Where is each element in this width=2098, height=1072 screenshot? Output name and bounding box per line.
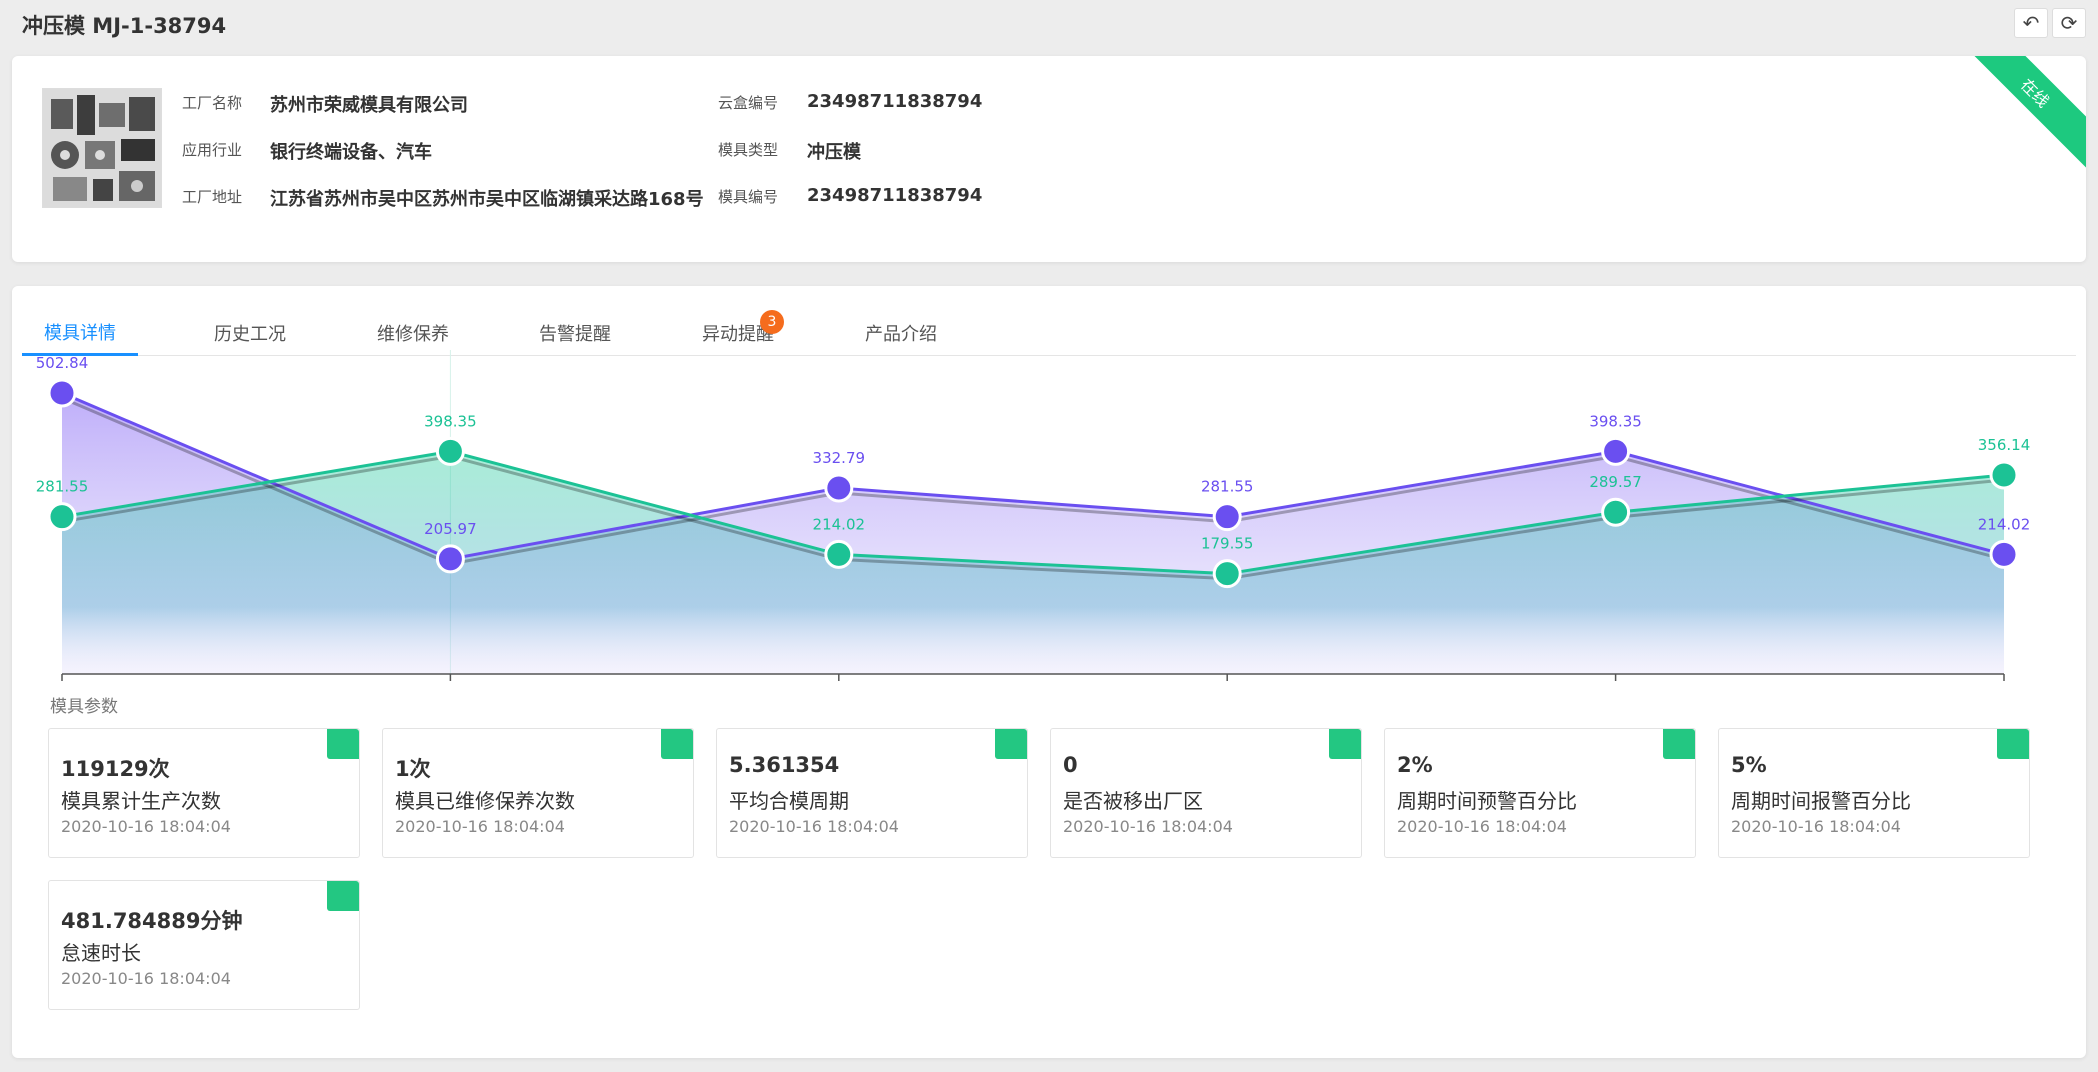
param-card[interactable]: 1次模具已维修保养次数 2020-10-16 18:04:04 xyxy=(382,728,694,858)
mold-no-value: 23498711838794 xyxy=(807,185,983,206)
data-label: 214.02 xyxy=(1978,515,2031,533)
param-card[interactable]: 5.361354 平均合模周期 2020-10-16 18:04:04 xyxy=(716,728,1028,858)
param-timestamp: 2020-10-16 18:04:04 xyxy=(1063,817,1233,836)
data-label: 332.79 xyxy=(813,449,866,467)
data-point xyxy=(1601,497,1631,527)
param-timestamp: 2020-10-16 18:04:04 xyxy=(61,817,231,836)
mold-image xyxy=(42,88,162,208)
data-point xyxy=(824,473,854,503)
address-value: 江苏省苏州市吴中区苏州市吴中区临湖镇采达路168号 xyxy=(270,189,704,210)
mold-no-row: 模具编号 xyxy=(718,181,778,211)
param-name: 平均合模周期 xyxy=(729,789,849,813)
param-flag xyxy=(661,729,693,759)
factory-name-label: 工厂名称 xyxy=(182,93,243,112)
param-timestamp: 2020-10-16 18:04:04 xyxy=(395,817,565,836)
data-label: 502.84 xyxy=(36,354,89,372)
data-label: 214.02 xyxy=(813,515,866,533)
industry-value: 银行终端设备、汽车 xyxy=(270,142,432,163)
param-flag xyxy=(327,729,359,759)
param-timestamp: 2020-10-16 18:04:04 xyxy=(1731,817,1901,836)
factory-name-value: 苏州市荣威模具有限公司 xyxy=(270,95,468,116)
param-timestamp: 2020-10-16 18:04:04 xyxy=(1397,817,1567,836)
param-flag xyxy=(1329,729,1361,759)
refresh-button[interactable]: ⟳ xyxy=(2052,8,2086,38)
data-point xyxy=(1989,460,2019,490)
mold-no-label: 模具编号 xyxy=(718,187,779,206)
param-name: 周期时间报警百分比 xyxy=(1731,789,1911,813)
mold-parts-image xyxy=(43,89,161,207)
data-label: 398.35 xyxy=(1589,412,1642,430)
param-timestamp: 2020-10-16 18:04:04 xyxy=(729,817,899,836)
top-bar: 冲压模 MJ-1-38794 ↶ ⟳ xyxy=(0,0,2098,50)
param-value: 5.361354 xyxy=(729,753,840,777)
param-value: 481.784889分钟 xyxy=(61,909,243,933)
data-label: 356.14 xyxy=(1978,436,2031,454)
data-point xyxy=(47,502,77,532)
param-flag xyxy=(1663,729,1695,759)
address-label: 工厂地址 xyxy=(182,187,243,206)
box-no-label: 云盒编号 xyxy=(718,93,779,112)
mold-type-label: 模具类型 xyxy=(718,140,779,159)
param-name: 怠速时长 xyxy=(61,941,141,965)
detail-card: 模具详情 历史工况 维修保养 告警提醒 异动提醒 3 产品介绍 502.84 20… xyxy=(12,286,2086,1058)
param-timestamp: 2020-10-16 18:04:04 xyxy=(61,969,231,988)
param-card[interactable]: 2% 周期时间预警百分比 2020-10-16 18:04:04 xyxy=(1384,728,1696,858)
refresh-icon: ⟳ xyxy=(2060,11,2078,35)
params-section-label: 模具参数 xyxy=(50,697,118,717)
data-point xyxy=(47,378,77,408)
param-card[interactable]: 0 是否被移出厂区 2020-10-16 18:04:04 xyxy=(1050,728,1362,858)
status-text: 在线 xyxy=(2016,75,2053,112)
factory-name-row: 工厂名称 xyxy=(182,87,242,117)
data-label: 281.55 xyxy=(36,478,89,496)
mold-type-row: 模具类型 xyxy=(718,134,778,164)
data-point xyxy=(1212,502,1242,532)
industry-label: 应用行业 xyxy=(182,140,243,159)
param-name: 模具累计生产次数 xyxy=(61,789,221,813)
data-point xyxy=(1212,559,1242,589)
data-label: 205.97 xyxy=(424,520,477,538)
param-flag xyxy=(1997,729,2029,759)
status-badge: 在线 xyxy=(1952,56,2086,176)
param-value: 0 xyxy=(1063,753,1078,777)
param-value: 5% xyxy=(1731,753,1767,777)
param-flag xyxy=(995,729,1027,759)
box-no-value: 23498711838794 xyxy=(807,91,983,112)
data-point xyxy=(435,544,465,574)
undo-icon: ↶ xyxy=(2022,11,2040,35)
mold-type-value: 冲压模 xyxy=(807,142,861,163)
trend-chart: 502.84 205.97 332.79 281.55 398.35 214.02 281.… xyxy=(36,350,2031,681)
industry-row: 应用行业 xyxy=(182,134,242,164)
data-label: 398.35 xyxy=(424,412,477,430)
box-no-row: 云盒编号 xyxy=(718,87,778,117)
data-point xyxy=(1989,539,2019,569)
address-row: 工厂地址 xyxy=(182,181,242,211)
param-value: 1次 xyxy=(395,757,431,781)
data-point xyxy=(1601,436,1631,466)
param-name: 是否被移出厂区 xyxy=(1063,789,1203,813)
param-card[interactable]: 119129次模具累计生产次数 2020-10-16 18:04:04 xyxy=(48,728,360,858)
param-card[interactable]: 5% 周期时间报警百分比 2020-10-16 18:04:04 xyxy=(1718,728,2030,858)
top-actions: ↶ ⟳ xyxy=(2014,8,2086,38)
data-label: 281.55 xyxy=(1201,478,1254,496)
data-point xyxy=(824,539,854,569)
param-name: 模具已维修保养次数 xyxy=(395,789,575,813)
data-label: 289.57 xyxy=(1589,473,1642,491)
param-card[interactable]: 481.784889分钟 怠速时长 2020-10-16 18:04:04 xyxy=(48,880,360,1010)
param-value: 2% xyxy=(1397,753,1433,777)
param-value: 119129次 xyxy=(61,757,170,781)
param-name: 周期时间预警百分比 xyxy=(1397,789,1577,813)
param-flag xyxy=(327,881,359,911)
page-title: 冲压模 MJ-1-38794 xyxy=(22,14,227,38)
mold-info-card: 工厂名称 苏州市荣威模具有限公司 应用行业 银行终端设备、汽车 工厂地址 江苏省… xyxy=(12,56,2086,262)
back-button[interactable]: ↶ xyxy=(2014,8,2048,38)
data-label: 179.55 xyxy=(1201,535,1254,553)
data-point xyxy=(435,436,465,466)
